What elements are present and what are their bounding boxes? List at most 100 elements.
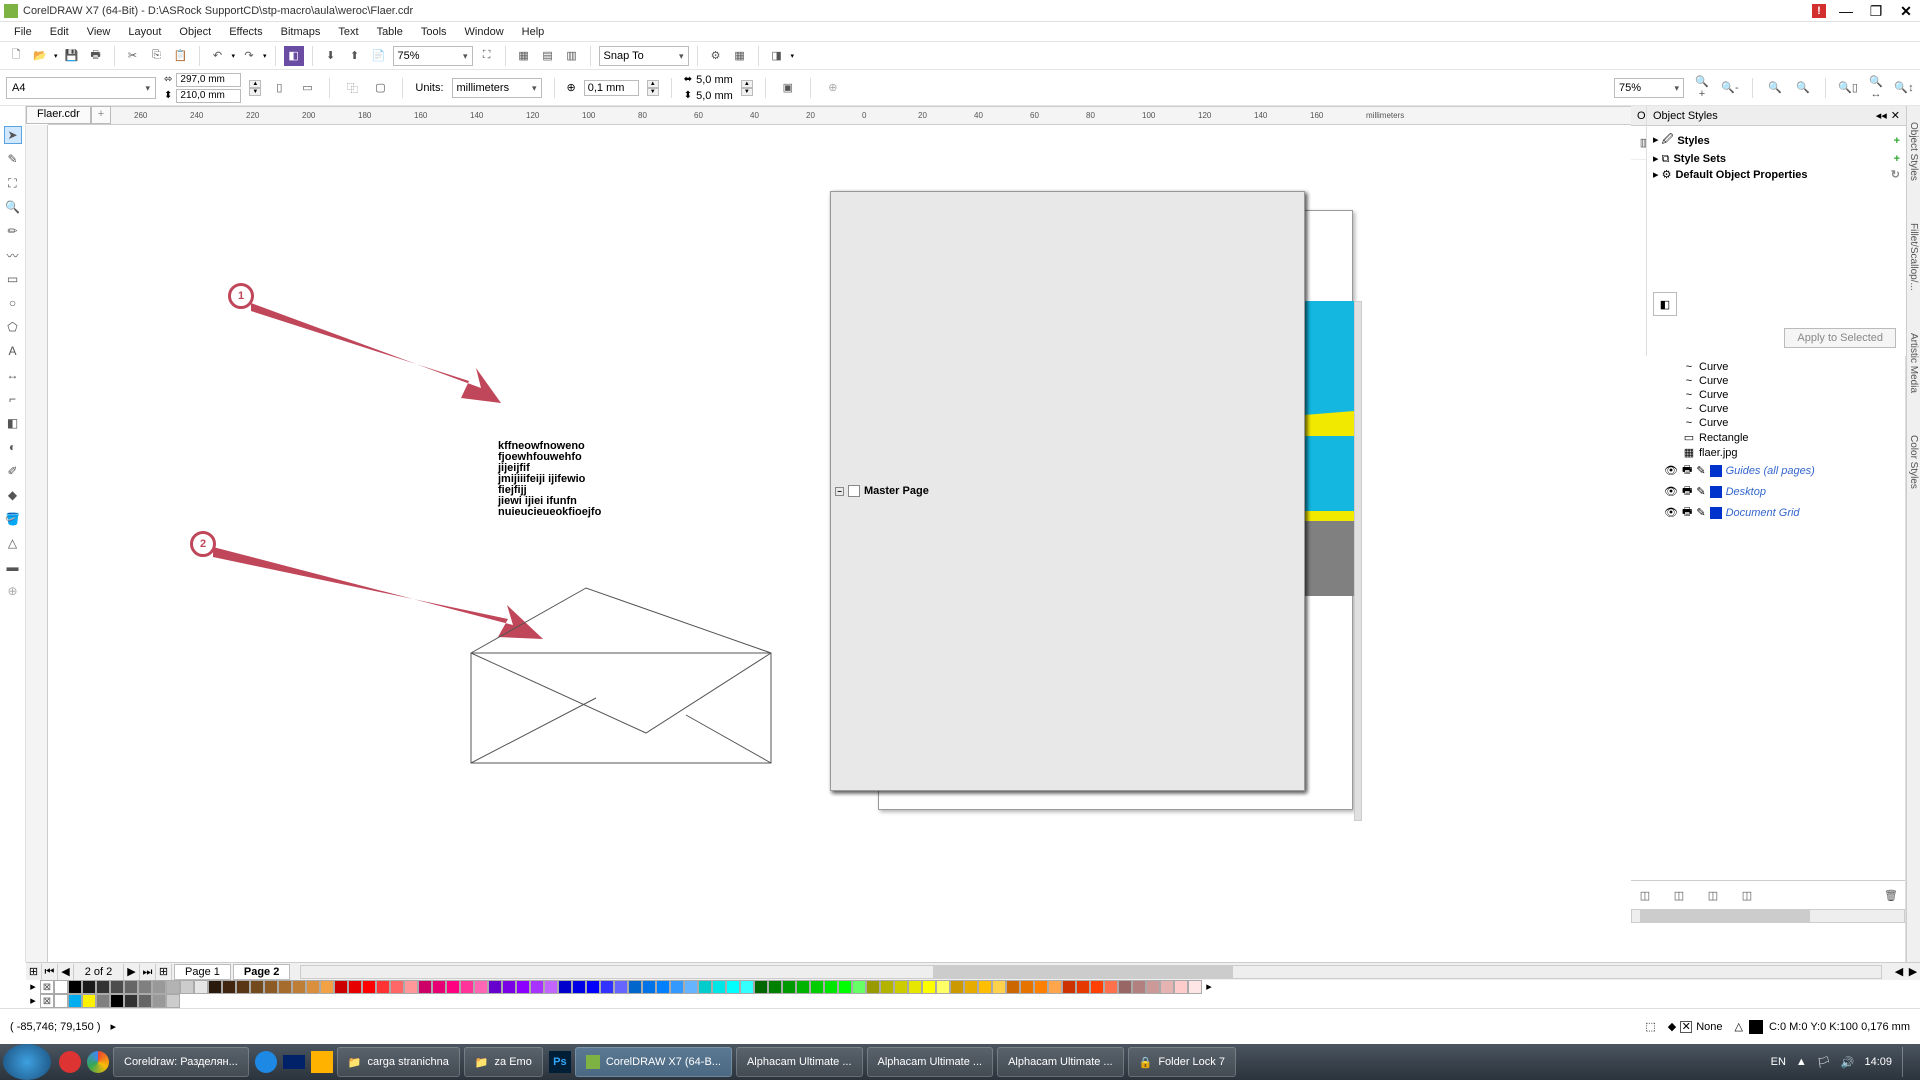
color-swatch[interactable] (292, 980, 306, 994)
ellipse-tool[interactable]: ○ (4, 294, 22, 312)
landscape-button[interactable]: ▭ (297, 78, 317, 98)
new-master-layer-button[interactable]: ◫ (1669, 885, 1689, 905)
color-swatch[interactable] (754, 980, 768, 994)
color-palette-2[interactable]: ▸ ⊠ (26, 994, 1920, 1008)
vertical-ruler[interactable] (26, 125, 48, 962)
color-swatch[interactable] (852, 980, 866, 994)
color-swatch[interactable] (908, 980, 922, 994)
color-swatch[interactable] (586, 980, 600, 994)
color-swatch[interactable] (880, 980, 894, 994)
ie-icon[interactable] (255, 1051, 277, 1073)
tree-object[interactable]: ~ Curve (1631, 374, 1905, 388)
portrait-button[interactable]: ▯ (269, 78, 289, 98)
all-pages-button[interactable]: ⿻ (342, 78, 362, 98)
color-swatch[interactable] (712, 980, 726, 994)
zoom-page-icon[interactable]: 🔍▯ (1838, 78, 1858, 98)
color-swatch[interactable] (698, 980, 712, 994)
menu-object[interactable]: Object (171, 24, 219, 40)
zoom-tool[interactable]: 🔍 (4, 198, 22, 216)
artistic-text-object[interactable]: kffneowfnoweno fjoewhfouwehfo jijeijfif … (498, 441, 601, 518)
task-coreldraw-active[interactable]: CorelDRAW X7 (64-B... (575, 1047, 732, 1077)
color-swatch[interactable] (432, 980, 446, 994)
tree-layer[interactable]: 👁🖶✎ Document Grid (1631, 502, 1905, 523)
publish-pdf-button[interactable]: 📄 (369, 46, 389, 66)
color-swatch[interactable] (656, 980, 670, 994)
tree-object[interactable]: ▭ Rectangle (1631, 430, 1905, 445)
color-swatch[interactable] (222, 980, 236, 994)
launcher-button[interactable]: ◨ (767, 46, 787, 66)
default-props-row[interactable]: ▸ ⚙ Default Object Properties↻ (1651, 167, 1902, 182)
color-swatch[interactable] (1090, 980, 1104, 994)
page-tab-2[interactable]: Page 2 (233, 964, 290, 980)
redo-button[interactable]: ↷ (239, 46, 259, 66)
flag-en-icon[interactable] (283, 1055, 305, 1069)
color-swatch[interactable] (1104, 980, 1118, 994)
color-swatch[interactable] (558, 980, 572, 994)
color-swatch[interactable] (726, 980, 740, 994)
color-swatch[interactable] (96, 994, 110, 1008)
color-swatch[interactable] (1174, 980, 1188, 994)
color-swatch[interactable] (782, 980, 796, 994)
menu-file[interactable]: File (6, 24, 40, 40)
color-swatch[interactable] (110, 980, 124, 994)
opera-icon[interactable] (59, 1051, 81, 1073)
nudge-input[interactable] (584, 80, 639, 96)
app-launcher-button[interactable]: ▦ (730, 46, 750, 66)
task-alphacam3[interactable]: Alphacam Ultimate ... (997, 1047, 1124, 1077)
task-folderlock[interactable]: 🔒 Folder Lock 7 (1128, 1047, 1236, 1077)
color-swatch[interactable] (82, 994, 96, 1008)
color-swatch[interactable] (362, 980, 376, 994)
color-swatch[interactable] (460, 980, 474, 994)
color-swatch[interactable] (838, 980, 852, 994)
color-swatch[interactable] (404, 980, 418, 994)
quick-customize[interactable]: ⊕ (4, 582, 22, 600)
zoom-width-icon[interactable]: 🔍↔ (1866, 78, 1886, 98)
color-swatch[interactable] (614, 980, 628, 994)
menu-window[interactable]: Window (457, 24, 512, 40)
color-swatch[interactable] (1006, 980, 1020, 994)
show-grid-button[interactable]: ▤ (538, 46, 558, 66)
color-swatch[interactable] (866, 980, 880, 994)
color-swatch[interactable] (474, 980, 488, 994)
zoom-out-icon[interactable]: 🔍- (1720, 78, 1740, 98)
color-swatch[interactable] (1076, 980, 1090, 994)
task-alphacam1[interactable]: Alphacam Ultimate ... (736, 1047, 863, 1077)
zoom-selection-icon[interactable]: 🔍 (1765, 78, 1785, 98)
color-swatch[interactable] (446, 980, 460, 994)
color-swatch[interactable] (390, 980, 404, 994)
transparency-tool[interactable]: ◐ (4, 438, 22, 456)
docker-tab[interactable]: Object Styles (1908, 116, 1919, 187)
horizontal-scrollbar[interactable] (300, 965, 1882, 979)
color-swatch[interactable] (166, 980, 180, 994)
export-button[interactable]: ⬆ (345, 46, 365, 66)
color-swatch[interactable] (922, 980, 936, 994)
tree-object[interactable]: ~ Curve (1631, 388, 1905, 402)
color-swatch[interactable] (194, 980, 208, 994)
search-content-button[interactable]: ◧ (284, 46, 304, 66)
text-tool[interactable]: A (4, 342, 22, 360)
color-swatch[interactable] (264, 980, 278, 994)
horizontal-ruler[interactable]: 2802602402202001801601401201008060402002… (48, 107, 1631, 125)
shape-tool[interactable]: ✎ (4, 150, 22, 168)
color-swatch[interactable] (978, 980, 992, 994)
chrome-icon[interactable] (87, 1051, 109, 1073)
color-swatch[interactable] (810, 980, 824, 994)
first-page-button[interactable]: ⊞ (26, 964, 42, 980)
style-sets-row[interactable]: ▸ ⧉ Style Sets+ (1651, 151, 1902, 167)
outline-indicator[interactable]: △C:0 M:0 Y:0 K:100 0,176 mm (1734, 1020, 1910, 1034)
color-swatch[interactable] (96, 980, 110, 994)
task-coreldraw1[interactable]: Coreldraw: Разделян... (113, 1047, 249, 1077)
color-swatch[interactable] (488, 980, 502, 994)
color-swatch[interactable] (1160, 980, 1174, 994)
treat-as-filled-button[interactable]: ▣ (778, 78, 798, 98)
color-swatch[interactable] (740, 980, 754, 994)
color-swatch[interactable] (964, 980, 978, 994)
color-swatch[interactable] (124, 980, 138, 994)
page-width-input[interactable] (176, 73, 241, 87)
color-swatch[interactable] (936, 980, 950, 994)
add-page-button[interactable]: ⊞ (156, 964, 172, 980)
apply-to-selected-button[interactable]: Apply to Selected (1784, 328, 1896, 348)
docker-tab[interactable]: Color Styles (1908, 429, 1919, 495)
color-swatch[interactable] (334, 980, 348, 994)
maximize-button[interactable]: ❐ (1866, 3, 1886, 19)
